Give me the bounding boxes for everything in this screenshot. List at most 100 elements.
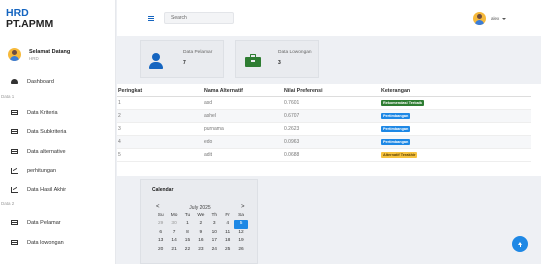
score-cell: 0.6707	[283, 109, 380, 123]
status-badge: Alternatif Terakhir	[381, 151, 418, 158]
table-icon	[10, 109, 18, 116]
sidebar-item-alternative[interactable]: Data alternative	[10, 148, 66, 155]
calendar-day[interactable]: 20	[154, 246, 167, 254]
sidebar-item-label: Data Hasil Akhir	[27, 186, 67, 193]
sidebar-item-dashboard[interactable]: Dashboard	[10, 78, 54, 85]
calendar-widget: Calendar July 2025 < > Su Mo Tu We Th Fr Sa 29 3…	[140, 179, 258, 264]
calendar-day[interactable]: 11	[221, 229, 234, 237]
sidebar-section-data2: Data 2	[1, 201, 15, 206]
calendar-prev-icon[interactable]: <	[156, 204, 160, 210]
score-cell: 0.2623	[283, 122, 380, 136]
table-header-row: Peringkat Nama Alternatif Nilai Preferen…	[117, 87, 531, 97]
menu-icon[interactable]	[148, 16, 154, 21]
calendar-day[interactable]: 22	[181, 246, 194, 254]
calendar-day[interactable]: 29	[154, 220, 167, 228]
calendar-day[interactable]: 17	[208, 237, 221, 245]
rank-cell: 4	[117, 135, 203, 149]
rank-cell: 1	[117, 96, 203, 110]
calendar-day[interactable]: 13	[154, 237, 167, 245]
calendar-day-selected[interactable]: 5	[234, 220, 248, 229]
calendar-day[interactable]: 9	[194, 229, 207, 237]
col-keterangan: Keterangan	[380, 87, 531, 97]
score-cell: 0.7601	[283, 96, 380, 110]
calendar-title: Calendar	[152, 187, 174, 193]
calendar-day[interactable]: 30	[167, 220, 180, 228]
dashboard-icon	[10, 78, 18, 85]
user-menu[interactable]: alex	[473, 12, 507, 25]
avatar	[473, 12, 486, 25]
score-cell: 0.0963	[283, 135, 380, 149]
col-peringkat: Peringkat	[117, 87, 203, 97]
col-nilai: Nilai Preferensi	[283, 87, 380, 97]
calendar-day[interactable]: 19	[234, 237, 247, 245]
status-badge: Pertimbangan	[381, 125, 411, 132]
calendar-day[interactable]: 18	[221, 237, 234, 245]
sidebar-item-lowongan[interactable]: Data lowongan	[10, 239, 64, 246]
calendar-day[interactable]: 15	[181, 237, 194, 245]
calendar-dow: Mo	[170, 213, 178, 218]
calendar-day[interactable]: 7	[167, 229, 180, 237]
calendar-dow: Su	[157, 213, 164, 218]
status-badge: Rekomendasi Terbaik	[381, 99, 424, 106]
calendar-day[interactable]: 1	[181, 220, 194, 228]
calendar-day[interactable]: 10	[208, 229, 221, 237]
table-row: 4 edo 0.0963 Pertimbangan	[117, 135, 531, 149]
name-cell: edo	[203, 135, 283, 149]
calendar-day[interactable]: 8	[181, 229, 194, 237]
table-row: 5 adit 0.0688 Alternatif Terakhir	[117, 148, 531, 162]
name-cell: adit	[203, 148, 283, 162]
calendar-dow: We	[197, 213, 205, 218]
briefcase-icon	[245, 54, 261, 67]
calendar-dow: Th	[211, 213, 218, 218]
ranking-panel: Peringkat Nama Alternatif Nilai Preferen…	[117, 84, 541, 176]
rank-cell: 3	[117, 122, 203, 136]
calendar-dow: Sa	[238, 213, 244, 218]
sidebar-item-kriteria[interactable]: Data Kriteria	[10, 109, 58, 116]
sidebar-section-data1: Data 1	[1, 94, 15, 99]
status-cell: Rekomendasi Terbaik	[380, 96, 531, 110]
sidebar-item-perhitungan[interactable]: perhitungan	[10, 167, 56, 174]
sidebar-item-label: Data lowongan	[27, 239, 64, 246]
rank-cell: 2	[117, 109, 203, 123]
card-label: Data Pelamar	[183, 50, 213, 55]
rank-cell: 5	[117, 148, 203, 162]
calendar-day[interactable]: 26	[234, 246, 247, 254]
sidebar-item-hasil-akhir[interactable]: Data Hasil Akhir	[10, 186, 66, 193]
status-badge: Pertimbangan	[381, 112, 411, 119]
sidebar-user: Selamat Datang HRD	[8, 48, 70, 61]
calendar-day[interactable]: 3	[208, 220, 221, 228]
calendar-day[interactable]: 25	[221, 246, 234, 254]
sidebar-item-label: Data alternative	[27, 148, 66, 155]
topbar: Search alex	[117, 0, 541, 36]
calendar-day[interactable]: 2	[194, 220, 207, 228]
calendar-next-icon[interactable]: >	[241, 204, 245, 210]
table-row: 2 ashel 0.6707 Pertimbangan	[117, 109, 531, 123]
calendar-day[interactable]: 23	[194, 246, 207, 254]
chart-icon	[10, 186, 18, 193]
scroll-top-button[interactable]	[512, 236, 528, 252]
sidebar-item-subkriteria[interactable]: Data Subkriteria	[10, 128, 66, 135]
status-cell: Pertimbangan	[380, 122, 531, 136]
card-pelamar: Data Pelamar 7	[140, 40, 224, 78]
search-input[interactable]: Search	[164, 12, 234, 24]
calendar-day[interactable]: 24	[208, 246, 221, 254]
sidebar: HRD PT.APMM Selamat Datang HRD Dashboard…	[0, 0, 116, 264]
ranking-table: Peringkat Nama Alternatif Nilai Preferen…	[117, 87, 531, 162]
user-role: HRD	[29, 55, 39, 61]
brand: HRD PT.APMM	[6, 8, 53, 30]
brand-line2: PT.APMM	[6, 18, 54, 30]
sidebar-item-pelamar[interactable]: Data Pelamar	[10, 219, 61, 226]
calendar-day[interactable]: 21	[167, 246, 180, 254]
sidebar-item-label: perhitungan	[27, 167, 57, 174]
name-cell: asd	[203, 96, 283, 110]
card-label: Data Lowongan	[278, 50, 312, 55]
table-icon	[10, 128, 18, 135]
calendar-day[interactable]: 14	[167, 237, 180, 245]
calendar-day[interactable]: 16	[194, 237, 207, 245]
status-cell: Pertimbangan	[380, 135, 531, 149]
calendar-day[interactable]: 4	[221, 220, 234, 228]
calendar-day[interactable]: 12	[234, 229, 247, 237]
score-cell: 0.0688	[283, 148, 380, 162]
table-icon	[10, 219, 18, 226]
calendar-day[interactable]: 6	[154, 229, 167, 237]
